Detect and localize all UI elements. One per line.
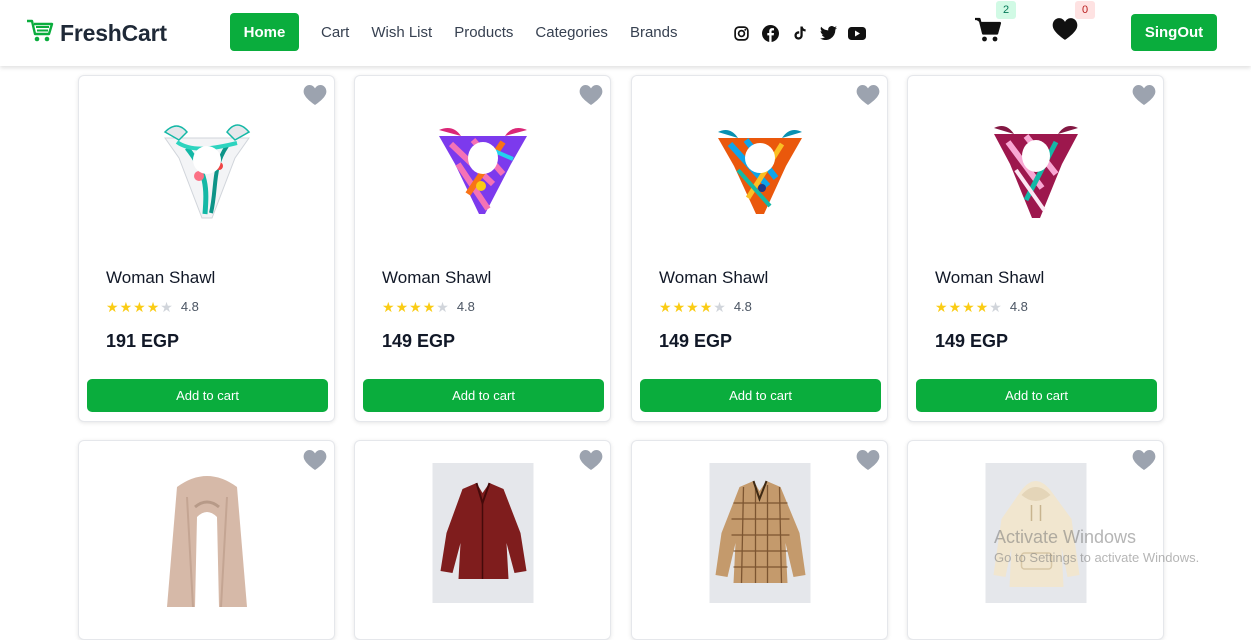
star-icon: ★ [962,298,975,315]
heart-icon[interactable] [303,84,327,106]
star-icon: ★ [422,298,436,315]
product-title[interactable]: Woman Shawl [935,268,1044,288]
nav-cart[interactable]: Cart [321,24,349,41]
product-card[interactable]: Woman Shawl ★ ★ ★ ★ ★ 4.8 191 EGP Add to… [78,75,335,422]
star-icon: ★ [119,298,133,315]
heart-icon[interactable] [303,449,327,471]
star-icon: ★ [699,298,713,315]
nav-brands[interactable]: Brands [630,24,678,41]
product-title[interactable]: Woman Shawl [659,268,768,288]
facebook-icon[interactable] [760,23,780,43]
heart-icon[interactable] [1132,449,1156,471]
add-to-cart-button[interactable]: Add to cart [87,379,328,412]
product-image[interactable] [157,118,257,233]
rating: ★ ★ ★ ★ ★ 4.8 [106,299,199,314]
wishlist-count-badge: 0 [1075,1,1095,19]
star-icon: ★ [436,298,449,315]
heart-icon[interactable] [579,84,603,106]
product-image[interactable] [433,124,533,224]
product-image[interactable] [432,463,533,603]
star-icon: ★ [659,298,672,315]
nav-categories[interactable]: Categories [535,24,608,41]
brand-name: FreshCart [60,20,167,46]
rating-value: 4.8 [180,299,199,314]
product-card[interactable] [78,440,335,640]
star-icon: ★ [672,298,686,315]
product-image[interactable] [710,126,810,223]
star-icon: ★ [382,298,395,315]
nav-home[interactable]: Home [230,13,299,51]
main-nav: Home Cart Wish List Products Categories … [230,13,677,51]
star-icon: ★ [146,298,160,315]
product-price: 149 EGP [659,331,733,351]
heart-icon[interactable] [856,449,880,471]
product-title[interactable]: Woman Shawl [106,268,215,288]
activate-windows-watermark: Activate Windows [994,527,1137,547]
rating-value: 4.8 [456,299,475,314]
add-to-cart-button[interactable]: Add to cart [363,379,604,412]
star-icon: ★ [686,298,699,315]
star-icon: ★ [713,298,726,315]
heart-icon[interactable] [1132,84,1156,106]
star-icon: ★ [935,298,948,315]
nav-wishlist[interactable]: Wish List [371,24,432,41]
instagram-icon[interactable] [731,23,751,43]
star-icon: ★ [975,298,989,315]
product-price: 149 EGP [382,331,456,351]
product-price: 191 EGP [106,331,180,351]
navbar: FreshCart Home Cart Wish List Products C… [0,0,1251,66]
add-to-cart-button[interactable]: Add to cart [916,379,1157,412]
rating: ★ ★ ★ ★ ★ 4.8 [382,299,475,314]
heart-icon[interactable] [579,449,603,471]
star-icon: ★ [409,298,422,315]
add-to-cart-button[interactable]: Add to cart [640,379,881,412]
cart-icon[interactable] [974,17,1004,47]
star-icon: ★ [160,298,173,315]
product-image[interactable] [709,463,810,603]
product-price: 149 EGP [935,331,1009,351]
wishlist-heart-icon[interactable] [1052,17,1082,47]
rating: ★ ★ ★ ★ ★ 4.8 [659,299,752,314]
social-links [731,23,867,43]
product-title[interactable]: Woman Shawl [382,268,491,288]
product-card[interactable]: Woman Shawl ★ ★ ★ ★ ★ 4.8 149 EGP Add to… [907,75,1164,422]
product-image[interactable] [986,122,1086,227]
product-card[interactable] [354,440,611,640]
youtube-icon[interactable] [847,23,867,43]
cart-logo-icon [26,18,54,49]
product-card[interactable]: Woman Shawl ★ ★ ★ ★ ★ 4.8 149 EGP Add to… [631,75,888,422]
heart-icon[interactable] [856,84,880,106]
star-icon: ★ [133,298,146,315]
product-card[interactable]: Woman Shawl ★ ★ ★ ★ ★ 4.8 149 EGP Add to… [354,75,611,422]
tiktok-icon[interactable] [789,23,809,43]
signout-button[interactable]: SingOut [1131,14,1217,51]
star-icon: ★ [395,298,409,315]
nav-products[interactable]: Products [454,24,513,41]
star-icon: ★ [989,298,1002,315]
rating-value: 4.8 [733,299,752,314]
star-icon: ★ [948,298,962,315]
rating: ★ ★ ★ ★ ★ 4.8 [935,299,1028,314]
activate-windows-hint: Go to Settings to activate Windows. [994,550,1200,565]
brand-logo[interactable]: FreshCart [26,18,167,49]
star-icon: ★ [106,298,119,315]
product-image[interactable] [157,467,257,612]
product-card[interactable] [631,440,888,640]
rating-value: 4.8 [1009,299,1028,314]
cart-count-badge: 2 [996,1,1016,19]
twitter-icon[interactable] [818,23,838,43]
